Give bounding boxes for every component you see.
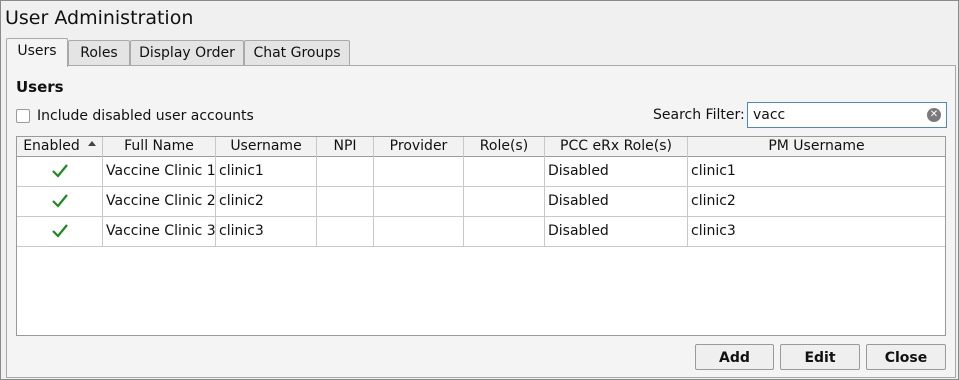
user-administration-window: User Administration Users Roles Display …: [0, 0, 959, 380]
search-filter-box[interactable]: ✕: [747, 102, 947, 128]
section-title: Users: [16, 78, 64, 96]
search-filter-label: Search Filter:: [653, 107, 745, 123]
table-row[interactable]: Vaccine Clinic 3 clinic3 Disabled clinic…: [17, 217, 945, 247]
tab-roles[interactable]: Roles: [68, 40, 130, 67]
checkmark-icon: [51, 164, 68, 178]
provider-cell: [374, 187, 464, 217]
column-header-enabled[interactable]: Enabled: [17, 137, 103, 157]
full-name-cell: Vaccine Clinic 2: [103, 187, 216, 217]
column-header-roles[interactable]: Role(s): [464, 137, 545, 157]
enabled-cell: [17, 217, 103, 247]
table-header: Enabled Full Name Username NPI Provider …: [17, 137, 945, 157]
clear-search-icon[interactable]: ✕: [927, 108, 941, 122]
users-panel: Users Include disabled user accounts Sea…: [6, 65, 956, 378]
tab-chat-groups[interactable]: Chat Groups: [244, 40, 350, 67]
column-header-erx-roles[interactable]: PCC eRx Role(s): [545, 137, 688, 157]
roles-cell: [464, 217, 545, 247]
include-disabled-row[interactable]: Include disabled user accounts: [16, 107, 254, 125]
full-name-cell: Vaccine Clinic 3: [103, 217, 216, 247]
sort-ascending-icon: [87, 140, 96, 146]
roles-cell: [464, 157, 545, 187]
pm-username-cell: clinic2: [691, 193, 736, 209]
username-cell: clinic1: [216, 157, 317, 187]
column-header-provider[interactable]: Provider: [374, 137, 464, 157]
npi-cell: [317, 187, 374, 217]
npi-cell: [317, 157, 374, 187]
erx-roles-cell: Disabled: [545, 157, 688, 187]
pm-username-cell: clinic3: [691, 223, 736, 239]
username-cell: clinic2: [216, 187, 317, 217]
checkmark-icon: [51, 224, 68, 238]
roles-cell: [464, 187, 545, 217]
table-row[interactable]: Vaccine Clinic 2 clinic2 Disabled clinic…: [17, 187, 945, 217]
tab-display-order[interactable]: Display Order: [130, 40, 244, 67]
enabled-cell: [17, 157, 103, 187]
erx-roles-cell: Disabled: [545, 217, 688, 247]
column-header-npi[interactable]: NPI: [317, 137, 374, 157]
edit-button[interactable]: Edit: [780, 344, 860, 370]
enabled-cell: [17, 187, 103, 217]
tab-users[interactable]: Users: [6, 38, 68, 67]
provider-cell: [374, 157, 464, 187]
npi-cell: [317, 217, 374, 247]
column-header-full-name[interactable]: Full Name: [103, 137, 216, 157]
close-button[interactable]: Close: [866, 344, 946, 370]
checkmark-icon: [51, 194, 68, 208]
table-row[interactable]: Vaccine Clinic 1 clinic1 Disabled clinic…: [17, 157, 945, 187]
search-input[interactable]: [751, 105, 921, 125]
username-cell: clinic3: [216, 217, 317, 247]
include-disabled-checkbox[interactable]: [16, 109, 30, 123]
pm-username-cell: clinic1: [691, 163, 736, 179]
full-name-cell: Vaccine Clinic 1: [103, 157, 216, 187]
include-disabled-label: Include disabled user accounts: [37, 108, 254, 124]
erx-roles-cell: Disabled: [545, 187, 688, 217]
users-table: Enabled Full Name Username NPI Provider …: [16, 136, 946, 336]
column-header-pm-username[interactable]: PM Username: [688, 137, 945, 157]
add-button[interactable]: Add: [695, 344, 774, 370]
column-header-username[interactable]: Username: [216, 137, 317, 157]
provider-cell: [374, 217, 464, 247]
window-title: User Administration: [5, 7, 194, 29]
